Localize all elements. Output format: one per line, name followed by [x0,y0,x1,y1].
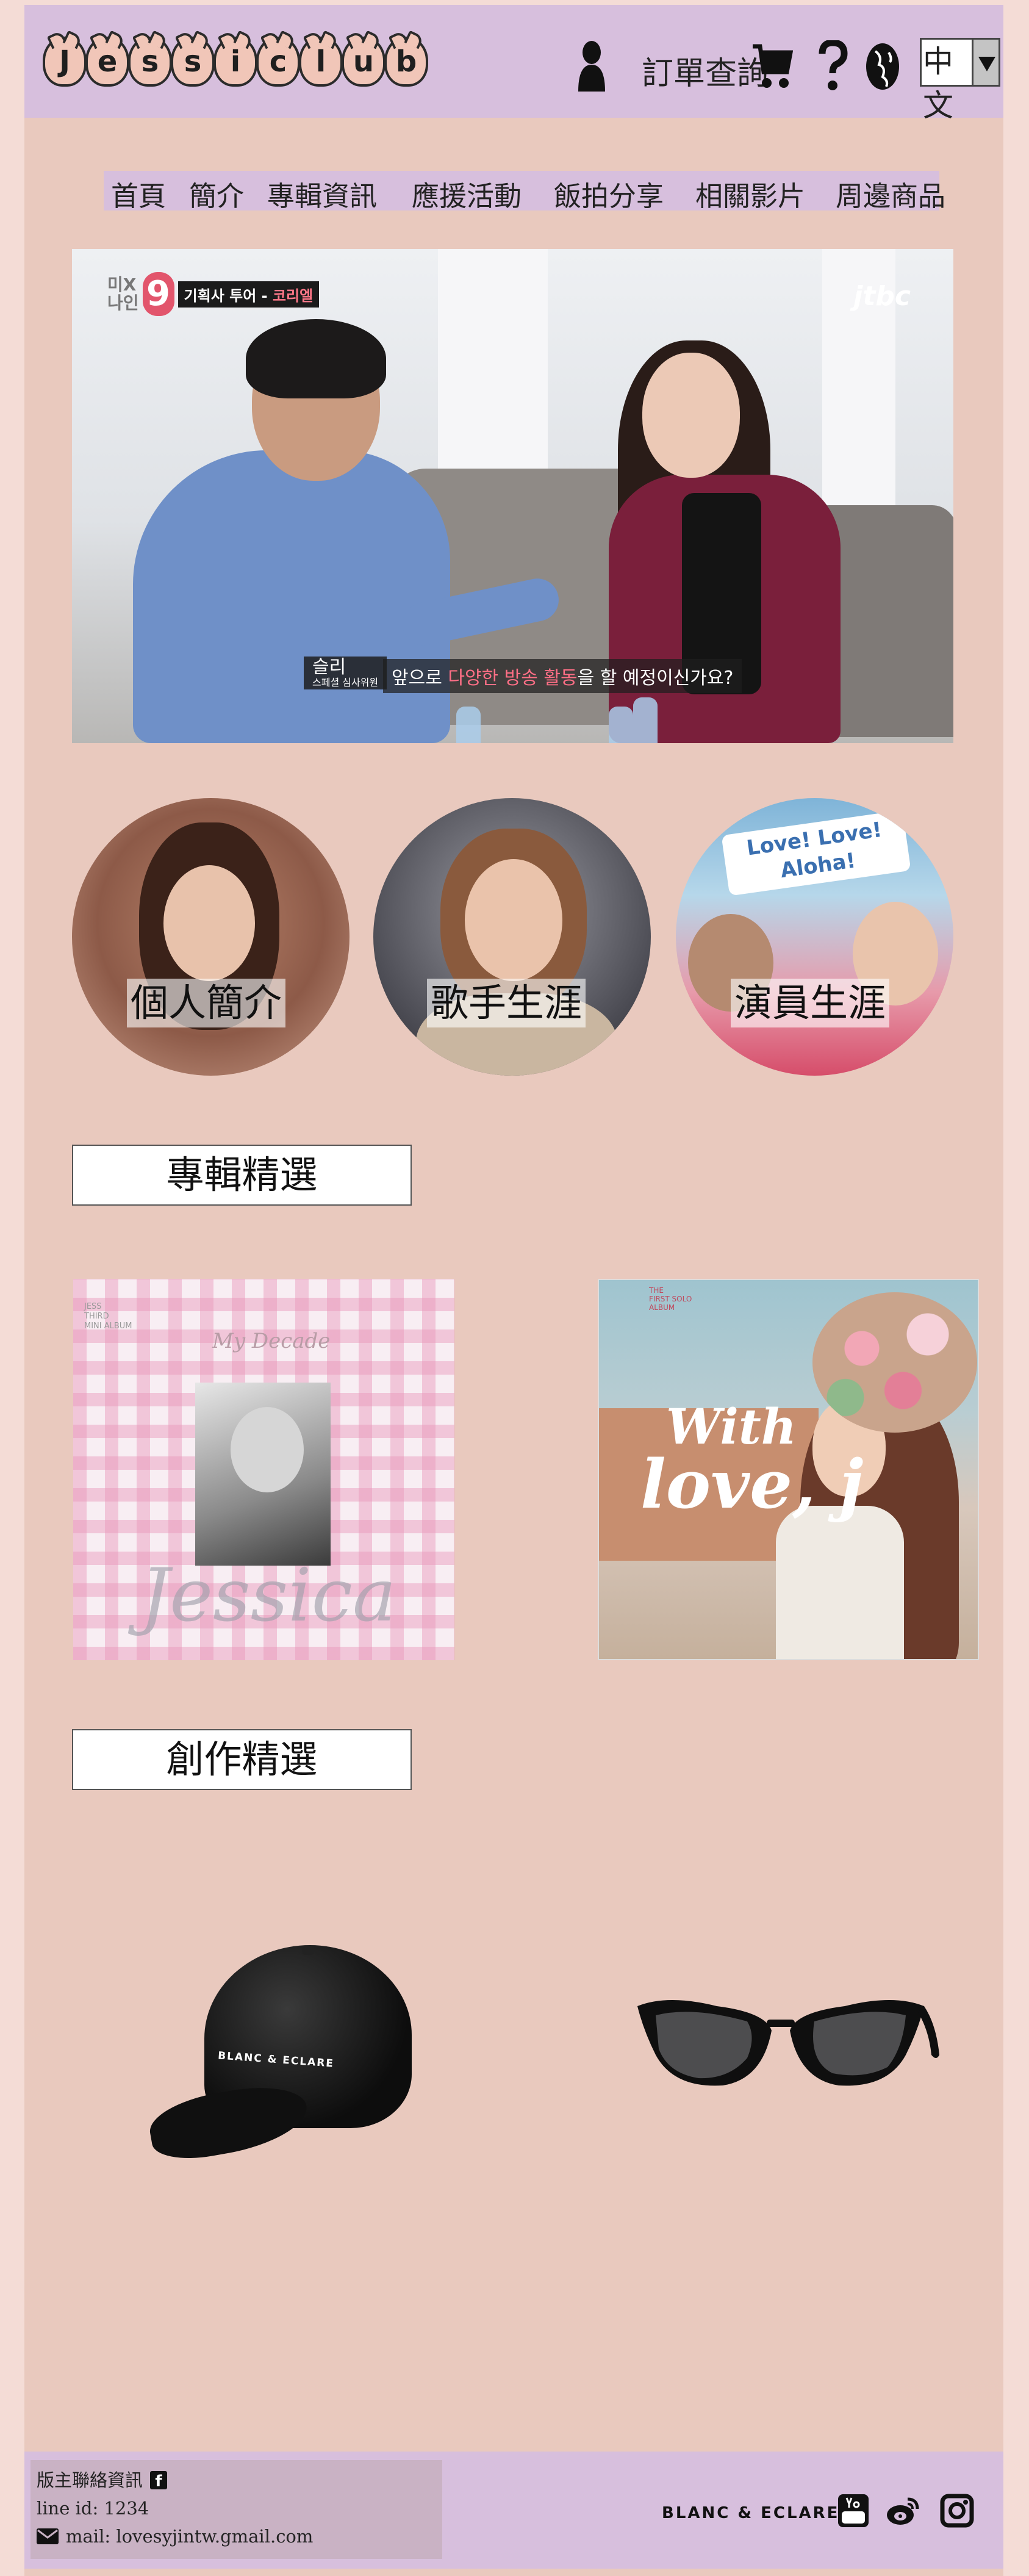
guest-man-hair [246,319,386,398]
works-section-title: 創作精選 [72,1729,412,1790]
logo-letter: b [384,37,428,87]
nav-item-intro[interactable]: 簡介 [189,174,244,214]
feature-profile-label[interactable]: 個人簡介 [127,979,286,1027]
portrait-face [465,859,562,981]
footer: 版主聯絡資訊 f line id: 1234 mail: lovesyjintw… [24,2452,1003,2569]
logo-letter: u [342,37,385,87]
album-signature: Jessica [140,1553,396,1638]
cart-icon[interactable] [750,40,793,93]
header: J e s s i c l u b 訂單查詢 中文 [24,5,1003,123]
album-small-text: THE FIRST SOLO ALBUM [649,1286,692,1312]
language-select[interactable]: 中文 [920,38,1000,123]
album-title-line2: love, j [640,1445,864,1524]
caption-speaker: 슬리 스페셜 심사위원 [304,657,387,689]
album-subtitle: My Decade [212,1329,331,1353]
youtube-icon[interactable] [836,2493,871,2528]
feature-actress-image[interactable]: Love! Love! Aloha! [676,798,953,1076]
network-logo: jtbc [853,281,911,312]
help-icon[interactable] [817,40,848,93]
logo-letter: J [43,37,87,87]
feature-singer-label[interactable]: 歌手生涯 [427,979,586,1027]
nav-item-videos[interactable]: 相關影片 [695,174,805,214]
contact-info: 版主聯絡資訊 f line id: 1234 mail: lovesyjintw… [30,2460,442,2559]
nav-item-support[interactable]: 應援活動 [412,174,522,214]
instagram-icon[interactable] [939,2493,975,2528]
album-person-shirt [776,1506,904,1659]
feature-profile-image[interactable] [72,798,350,1076]
nav-item-merch[interactable]: 周邊商品 [836,174,945,214]
contact-label: 版主聯絡資訊 [37,2470,143,2491]
portrait-face [163,865,255,981]
feature-singer-image[interactable] [373,798,651,1076]
language-value: 中文 [923,44,953,123]
logo-letter: s [128,37,172,87]
page: J e s s i c l u b 訂單查詢 中文 首頁 簡介 專輯資訊 應援活… [24,5,1003,2576]
poster-title: Love! Love! Aloha! [745,817,884,883]
logo-letter: e [85,37,129,87]
background-wall [438,249,548,505]
weibo-icon[interactable] [886,2493,921,2528]
product-cap[interactable]: BLANC & ECLARE [145,1945,418,2166]
water-bottle [633,697,658,743]
show-episode-tag: 기획사 투어 - 코리엘 [177,281,320,308]
product-sunglasses[interactable] [631,1988,942,2110]
facebook-icon[interactable]: f [150,2471,168,2491]
album-title-line1: With [666,1398,797,1455]
cap-brim [145,2078,312,2166]
order-lookup-link[interactable]: 訂單查詢 [642,48,769,93]
logo-letter: c [256,37,300,87]
feature-actress-label[interactable]: 演員生涯 [731,979,890,1027]
album-photo [195,1383,331,1566]
logo-letter: s [171,37,215,87]
guest-woman-face [642,353,740,478]
main-nav: 首頁 簡介 專輯資訊 應援活動 飯拍分享 相關影片 周邊商品 [104,171,945,212]
album-small-text: JESS THIRD MINI ALBUM [84,1302,132,1331]
globe-icon[interactable] [864,40,901,93]
album-cover-my-decade[interactable]: JESS THIRD MINI ALBUM My Decade Jessica [73,1279,454,1660]
album-cover-with-love-j[interactable]: THE FIRST SOLO ALBUM With love, j [598,1279,979,1660]
chevron-down-icon[interactable] [972,40,999,85]
show-logo-text: 미X 나인 [107,275,139,313]
site-logo[interactable]: J e s s i c l u b [43,37,428,87]
album-flower-crown [812,1292,977,1433]
logo-letter: i [213,37,257,87]
albums-section-title: 專輯精選 [72,1145,412,1206]
contact-mail[interactable]: mail: lovesyjintw.gmail.com [66,2522,313,2550]
water-bottle [609,707,633,743]
show-logo: 미X 나인 9 기획사 투어 - 코리엘 [107,272,320,316]
user-icon[interactable] [576,40,607,93]
cap-button [302,1946,314,1955]
guest-man [133,450,450,743]
hero-video-still[interactable]: 미X 나인 9 기획사 투어 - 코리엘 jtbc 슬리 스페셜 심사위원 앞으로… [72,249,953,743]
nav-item-albums[interactable]: 專輯資訊 [267,174,377,214]
show-logo-number: 9 [142,272,174,316]
water-bottle [456,707,481,743]
video-subtitle: 앞으로 다양한 방송 활동을 할 예정이신가요? [383,659,742,693]
footer-brand: BLANC & ECLARE [662,2504,840,2522]
nav-item-fancam[interactable]: 飯拍分享 [554,174,664,214]
logo-letter: l [299,37,343,87]
mail-icon [37,2528,59,2544]
contact-line-id: line id: 1234 [37,2498,149,2519]
nav-item-home[interactable]: 首頁 [111,174,166,214]
